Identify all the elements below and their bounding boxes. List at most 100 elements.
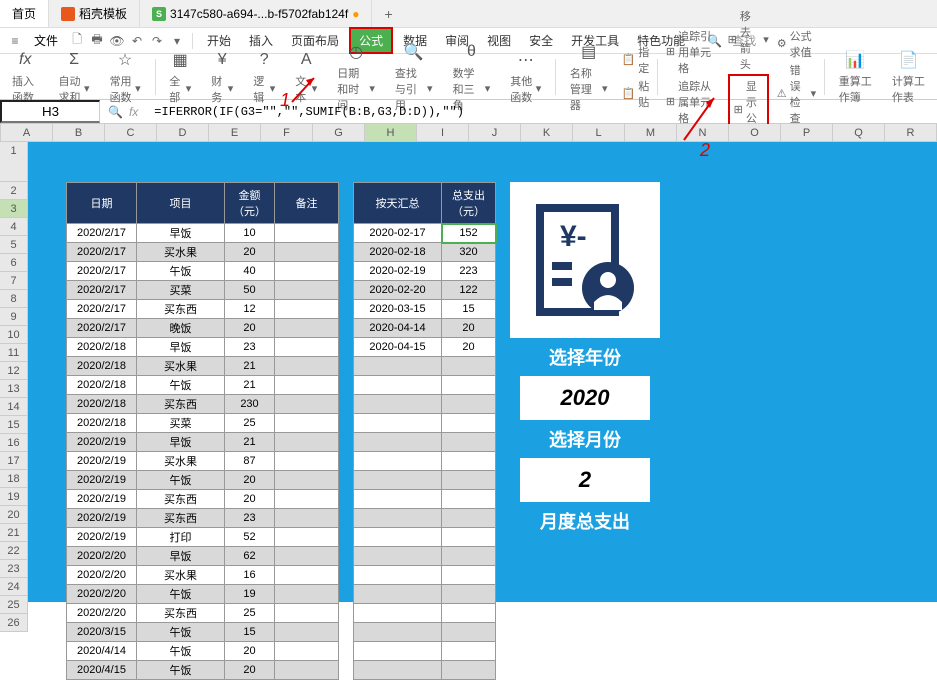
table-row[interactable]: 2020-02-18320 <box>354 243 496 262</box>
row-header-6[interactable]: 6 <box>0 254 27 272</box>
tool-remove-arrow[interactable]: ⊞ 移去箭头 ▾ <box>728 8 769 72</box>
row-header-21[interactable]: 21 <box>0 524 27 542</box>
row-header-4[interactable]: 4 <box>0 218 27 236</box>
col-header-G[interactable]: G <box>313 124 365 141</box>
tool-autosum[interactable]: Σ 自动求和 ▾ <box>53 49 96 105</box>
table-row[interactable]: 2020/2/18买水果21 <box>67 357 339 376</box>
dropdown-icon[interactable]: ▾ <box>168 32 186 50</box>
col-header-E[interactable]: E <box>209 124 261 141</box>
menu-icon[interactable]: ≡ <box>6 32 24 50</box>
row-header-25[interactable]: 25 <box>0 596 27 614</box>
table-row[interactable] <box>354 661 496 680</box>
tool-name-mgr[interactable]: ▤ 名称管理器 ▾ <box>564 41 614 113</box>
cell-reference[interactable] <box>0 100 100 123</box>
col-header-C[interactable]: C <box>105 124 157 141</box>
row-header-8[interactable]: 8 <box>0 290 27 308</box>
row-header-17[interactable]: 17 <box>0 452 27 470</box>
table-row[interactable] <box>354 414 496 433</box>
undo-icon[interactable]: ↶ <box>128 32 146 50</box>
tool-recalc[interactable]: 📊 重算工作簿 <box>833 49 878 105</box>
col-header-I[interactable]: I <box>417 124 469 141</box>
row-header-10[interactable]: 10 <box>0 326 27 344</box>
table-row[interactable] <box>354 509 496 528</box>
tool-calc-value[interactable]: ⚙ 公式求值 <box>777 28 816 60</box>
new-tab-button[interactable]: + <box>372 2 404 26</box>
table-row[interactable]: 2020-02-17152 <box>354 224 496 243</box>
table-row[interactable] <box>354 566 496 585</box>
formula-input[interactable]: =IFERROR(IF(G3="","",SUMIF(B:B,G3,D:D)),… <box>146 105 937 119</box>
tab-document[interactable]: S 3147c580-a694-...b-f5702fab124f ● <box>140 0 372 27</box>
col-header-L[interactable]: L <box>573 124 625 141</box>
row-header-13[interactable]: 13 <box>0 380 27 398</box>
row-header-16[interactable]: 16 <box>0 434 27 452</box>
table-row[interactable]: 2020/2/18午饭21 <box>67 376 339 395</box>
col-header-K[interactable]: K <box>521 124 573 141</box>
tool-calc-sheet[interactable]: 📄 计算工作表 <box>886 49 931 105</box>
row-header-1[interactable]: 1 <box>0 142 27 182</box>
table-row[interactable]: 2020/4/14午饭20 <box>67 642 339 661</box>
table-row[interactable]: 2020/4/15午饭20 <box>67 661 339 680</box>
row-header-18[interactable]: 18 <box>0 470 27 488</box>
table-row[interactable] <box>354 433 496 452</box>
tool-assign[interactable]: 📋 指定 <box>622 44 650 76</box>
row-header-20[interactable]: 20 <box>0 506 27 524</box>
table-row[interactable]: 2020-04-1420 <box>354 319 496 338</box>
row-header-22[interactable]: 22 <box>0 542 27 560</box>
save-icon[interactable]: 🗋 <box>68 32 86 50</box>
row-header-3[interactable]: 3 <box>0 200 27 218</box>
tool-all[interactable]: ▦ 全部 ▾ <box>163 49 197 105</box>
table-row[interactable]: 2020-04-1520 <box>354 338 496 357</box>
table-row[interactable]: 2020/2/17早饭10 <box>67 224 339 243</box>
col-header-F[interactable]: F <box>261 124 313 141</box>
table-row[interactable] <box>354 585 496 604</box>
table-row[interactable] <box>354 528 496 547</box>
preview-icon[interactable]: 👁 <box>108 32 126 50</box>
table-row[interactable]: 2020/2/17买东西12 <box>67 300 339 319</box>
tool-common[interactable]: ☆ 常用函数 ▾ <box>104 49 147 105</box>
col-header-Q[interactable]: Q <box>833 124 885 141</box>
row-header-7[interactable]: 7 <box>0 272 27 290</box>
table-row[interactable]: 2020/3/15午饭15 <box>67 623 339 642</box>
print-icon[interactable]: 🖶 <box>88 32 106 50</box>
tool-math[interactable]: θ 数学和三角 ▾ <box>447 41 497 113</box>
col-header-R[interactable]: R <box>885 124 937 141</box>
row-header-23[interactable]: 23 <box>0 560 27 578</box>
table-row[interactable] <box>354 471 496 490</box>
row-header-26[interactable]: 26 <box>0 614 27 632</box>
table-row[interactable]: 2020/2/19早饭21 <box>67 433 339 452</box>
table-row[interactable]: 2020/2/19打印52 <box>67 528 339 547</box>
table-row[interactable] <box>354 642 496 661</box>
row-header-24[interactable]: 24 <box>0 578 27 596</box>
tool-insert-fn[interactable]: fx 插入函数 <box>6 49 45 105</box>
row-header-5[interactable]: 5 <box>0 236 27 254</box>
table-row[interactable]: 2020/2/19买东西23 <box>67 509 339 528</box>
table-row[interactable] <box>354 547 496 566</box>
table-row[interactable]: 2020/2/18早饭23 <box>67 338 339 357</box>
table-row[interactable]: 2020/2/19午饭20 <box>67 471 339 490</box>
table-row[interactable]: 2020-02-20122 <box>354 281 496 300</box>
table-row[interactable]: 2020-02-19223 <box>354 262 496 281</box>
col-header-J[interactable]: J <box>469 124 521 141</box>
row-header-11[interactable]: 11 <box>0 344 27 362</box>
row-header-14[interactable]: 14 <box>0 398 27 416</box>
table-row[interactable] <box>354 357 496 376</box>
table-row[interactable] <box>354 452 496 471</box>
tool-lookup[interactable]: 🔍 查找与引用 ▾ <box>389 41 439 113</box>
table-row[interactable]: 2020/2/20早饭62 <box>67 547 339 566</box>
tab-home[interactable]: 首页 <box>0 0 49 27</box>
tab-template[interactable]: 稻壳模板 <box>49 0 140 27</box>
tool-datetime[interactable]: ◷ 日期和时间 ▾ <box>331 41 381 113</box>
col-header-B[interactable]: B <box>53 124 105 141</box>
row-header-2[interactable]: 2 <box>0 182 27 200</box>
col-header-P[interactable]: P <box>781 124 833 141</box>
table-row[interactable] <box>354 490 496 509</box>
col-header-O[interactable]: O <box>729 124 781 141</box>
table-row[interactable]: 2020/2/17晚饭20 <box>67 319 339 338</box>
table-row[interactable] <box>354 376 496 395</box>
table-row[interactable]: 2020/2/19买东西20 <box>67 490 339 509</box>
table-row[interactable]: 2020/2/20午饭19 <box>67 585 339 604</box>
tool-other[interactable]: ⋯ 其他函数 ▾ <box>504 49 547 105</box>
table-row[interactable] <box>354 623 496 642</box>
year-value[interactable]: 2020 <box>520 376 650 420</box>
tool-logic[interactable]: ? 逻辑 ▾ <box>247 49 281 105</box>
